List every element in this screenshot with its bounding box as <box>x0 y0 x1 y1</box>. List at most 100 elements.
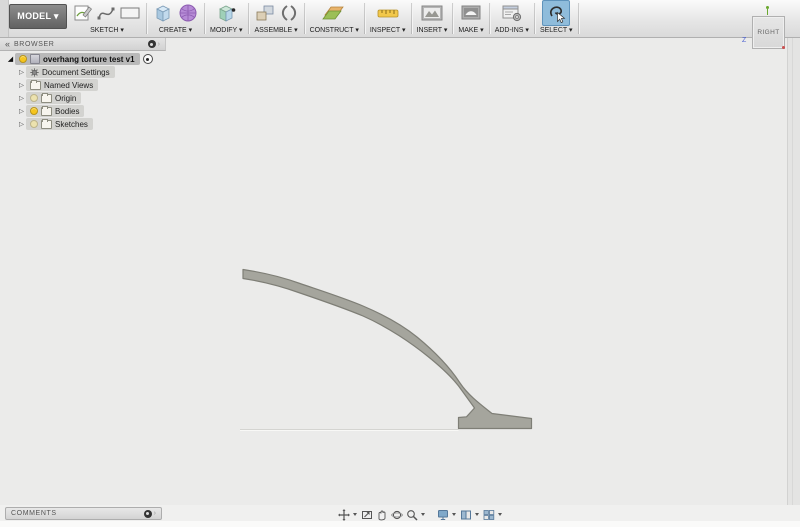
pan-icon[interactable] <box>337 508 350 521</box>
tree-item-label[interactable]: Sketches <box>55 120 88 129</box>
toolbar-group-construct: CONSTRUCT ▾ <box>305 0 364 37</box>
tree-item-label[interactable]: Origin <box>55 94 76 103</box>
collapse-panel-icon[interactable]: « <box>5 40 10 49</box>
display-settings-dropdown-icon[interactable] <box>452 513 456 516</box>
toolbar-group-assemble: ASSEMBLE ▾ <box>249 0 304 37</box>
display-settings-icon[interactable] <box>436 508 449 521</box>
joint-icon[interactable] <box>279 2 299 24</box>
toolbar-group-modify-label[interactable]: MODIFY ▾ <box>210 26 243 35</box>
toolbar-left-strip <box>0 0 9 37</box>
construction-plane-icon[interactable] <box>322 2 346 24</box>
root-component-label[interactable]: overhang torture test v1 <box>43 55 135 64</box>
model-body[interactable] <box>242 268 533 430</box>
viewcube-face-label[interactable]: RIGHT <box>757 29 779 36</box>
toolbar-group-create-label[interactable]: CREATE ▾ <box>159 26 192 35</box>
expander-icon[interactable]: ▷ <box>17 68 26 76</box>
browser-options-icon[interactable] <box>147 40 156 48</box>
create-sketch-icon[interactable] <box>73 3 93 23</box>
add-ins-icon[interactable] <box>501 3 523 23</box>
make-icon[interactable] <box>460 3 482 23</box>
tree-item-sketches[interactable]: ▷ Sketches <box>17 118 180 130</box>
gear-icon <box>30 67 39 77</box>
toolbar-group-sketch-label[interactable]: SKETCH ▾ <box>90 26 124 35</box>
visibility-bulb-icon[interactable] <box>30 94 38 102</box>
toolbar-group-insert-label[interactable]: INSERT ▾ <box>417 26 448 35</box>
layout-grid-icon[interactable] <box>459 508 472 521</box>
look-at-icon[interactable] <box>360 508 373 521</box>
orbit-icon[interactable] <box>390 508 403 521</box>
tree-item-bodies[interactable]: ▷ Bodies <box>17 105 180 117</box>
expander-icon[interactable]: ▷ <box>17 81 26 89</box>
tree-root-component[interactable]: ◢ overhang torture test v1 <box>6 53 180 65</box>
select-lasso-icon[interactable] <box>542 0 571 26</box>
visibility-bulb-icon[interactable] <box>30 107 38 115</box>
viewcube-z-axis-label: Z <box>742 37 747 44</box>
extrude-icon[interactable] <box>152 2 174 24</box>
new-component-icon[interactable] <box>254 2 276 24</box>
tree-item-named-views[interactable]: ▷ Named Views <box>17 79 180 91</box>
expander-icon[interactable]: ▷ <box>17 107 26 115</box>
toolbar-group-construct-label[interactable]: CONSTRUCT ▾ <box>310 26 359 35</box>
tree-item-label[interactable]: Bodies <box>55 107 79 116</box>
tree-item-document-settings[interactable]: ▷ Document Settings <box>17 66 180 78</box>
expander-icon[interactable]: ▷ <box>17 120 26 128</box>
toolbar-group-addins-label[interactable]: ADD-INS ▾ <box>495 26 529 35</box>
browser-panel-header[interactable]: « BROWSER › <box>0 38 166 51</box>
pan-dropdown-icon[interactable] <box>353 513 357 516</box>
toolbar-group-modify: MODIFY ▾ <box>205 0 248 37</box>
folder-icon <box>41 118 52 129</box>
hand-icon[interactable] <box>375 508 388 521</box>
fusion360-window: MODEL ▾ SKETCH ▾ CREATE ▾ MODIFY ▾ ASSEM… <box>0 0 800 527</box>
zoom-icon[interactable] <box>405 508 418 521</box>
toolbar-group-make-label[interactable]: MAKE ▾ <box>458 26 483 35</box>
comments-bar[interactable]: COMMENTS › <box>5 507 162 520</box>
visibility-bulb-icon[interactable] <box>30 120 38 128</box>
comments-options-icon[interactable] <box>143 509 152 518</box>
layout-grid-dropdown-icon[interactable] <box>475 513 479 516</box>
zoom-dropdown-icon[interactable] <box>421 513 425 516</box>
toolbar-group-select: SELECT ▾ <box>535 0 578 37</box>
toolbar-group-create: CREATE ▾ <box>147 0 204 37</box>
press-pull-icon[interactable] <box>215 2 237 24</box>
activate-component-radio[interactable] <box>142 54 153 64</box>
viewcube[interactable]: RIGHT <box>752 16 785 49</box>
insert-image-icon[interactable] <box>420 3 444 23</box>
browser-tree: ◢ overhang torture test v1 ▷ Document Se… <box>0 53 180 131</box>
visibility-bulb-icon[interactable] <box>19 55 27 63</box>
tree-item-label[interactable]: Named Views <box>44 81 93 90</box>
toolbar-separator <box>577 3 579 34</box>
expander-icon[interactable]: ▷ <box>17 94 26 102</box>
folder-icon <box>30 79 41 90</box>
tree-item-origin[interactable]: ▷ Origin <box>17 92 180 104</box>
component-icon <box>30 54 40 64</box>
rectangle-icon[interactable] <box>119 3 141 23</box>
folder-icon <box>41 92 52 103</box>
workspace-menu-button[interactable]: MODEL ▾ <box>9 4 67 29</box>
viewcube-y-axis-line <box>767 9 768 15</box>
toolbar-group-assemble-label[interactable]: ASSEMBLE ▾ <box>254 26 297 35</box>
browser-resize-icon[interactable]: › <box>158 41 160 48</box>
tree-item-label[interactable]: Document Settings <box>42 68 110 77</box>
browser-title: BROWSER <box>14 40 55 48</box>
folder-icon <box>41 105 52 116</box>
toolbar-group-addins: ADD-INS ▾ <box>490 0 534 37</box>
spline-icon[interactable] <box>96 3 116 23</box>
toolbar-group-make: MAKE ▾ <box>453 0 488 37</box>
form-icon[interactable] <box>177 2 199 24</box>
viewports-dropdown-icon[interactable] <box>498 513 502 516</box>
viewports-icon[interactable] <box>482 508 495 521</box>
toolbar-group-inspect: INSPECT ▾ <box>365 0 411 37</box>
toolbar-group-insert: INSERT ▾ <box>412 0 453 37</box>
expander-icon[interactable]: ◢ <box>6 55 15 63</box>
toolbar-group-inspect-label[interactable]: INSPECT ▾ <box>370 26 406 35</box>
workspace-menu-label: MODEL ▾ <box>17 11 59 21</box>
viewcube-x-axis-dot <box>782 46 785 49</box>
toolbar-group-select-label[interactable]: SELECT ▾ <box>540 26 573 35</box>
comments-expand-icon[interactable]: › <box>154 510 156 517</box>
right-edge-strip <box>787 38 800 505</box>
toolbar-group-sketch: SKETCH ▾ <box>68 0 146 37</box>
measure-icon[interactable] <box>376 4 400 22</box>
comments-label: COMMENTS <box>11 510 57 517</box>
top-toolbar: MODEL ▾ SKETCH ▾ CREATE ▾ MODIFY ▾ ASSEM… <box>0 0 800 38</box>
navigation-bar <box>337 507 503 522</box>
